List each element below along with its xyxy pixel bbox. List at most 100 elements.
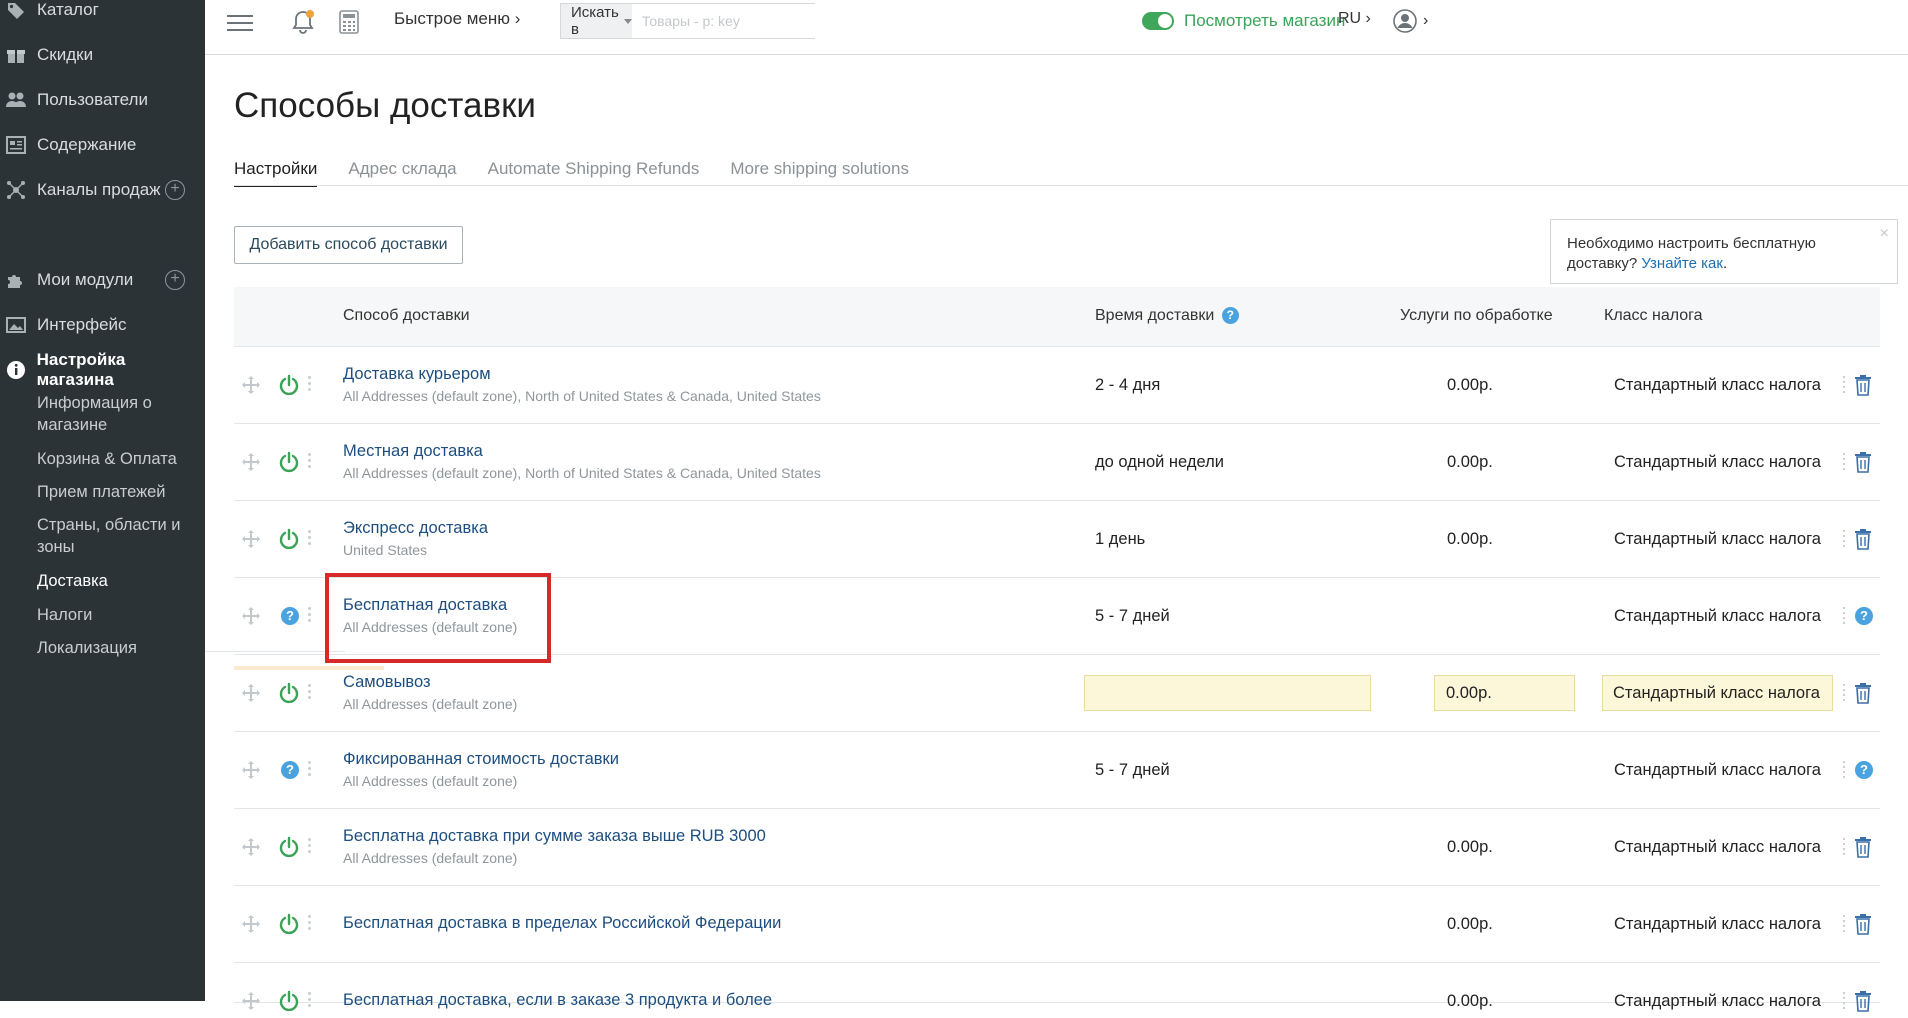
learn-how-link[interactable]: Узнайте как [1641,255,1723,272]
trash-icon[interactable] [1854,913,1872,935]
handling-fee-input[interactable]: 0.00р. [1434,675,1575,711]
trash-icon[interactable] [1854,682,1872,704]
more-options-icon[interactable] [306,373,312,397]
sidebar-sub-payment-methods[interactable]: Прием платежей [37,481,202,503]
sidebar-sub-shipping[interactable]: Доставка [37,570,202,592]
sidebar-sub-localization[interactable]: Локализация [37,637,202,659]
add-shipping-method-button[interactable]: Добавить способ доставки [234,226,463,264]
drag-handle-icon[interactable] [240,375,262,397]
tax-class-select[interactable]: Стандартный класс налога [1602,675,1833,711]
method-name-link[interactable]: Самовывоз [343,673,431,692]
delivery-time: 5 - 7 дней [1095,607,1170,625]
sidebar-sub-taxes[interactable]: Налоги [37,604,202,626]
power-toggle-icon[interactable] [278,451,300,473]
drag-handle-icon[interactable] [240,837,262,859]
more-options-icon[interactable] [306,450,312,474]
sidebar-item-catalog[interactable]: Каталог [0,0,205,27]
more-options-icon[interactable] [306,527,312,551]
divider [1841,373,1847,397]
sidebar-sub-countries-zones[interactable]: Страны, области и зоны [37,514,202,558]
shipping-methods-table: Способ доставки Время доставки ? Услуги … [234,287,1880,1012]
view-store-link[interactable]: Посмотреть магазин [1184,11,1345,31]
sidebar-item-interface[interactable]: Интерфейс [0,308,205,342]
divider [1841,912,1847,936]
help-icon[interactable]: ? [281,761,299,779]
sidebar-item-users[interactable]: Пользователи [0,83,205,117]
method-name-link[interactable]: Местная доставка [343,442,483,461]
sidebar-item-store-settings[interactable]: Настройка магазина [0,350,205,389]
top-bar: Быстрое меню › Искать в Посмотреть магаз… [205,0,1908,55]
method-name-link[interactable]: Бесплатная доставка [343,596,507,615]
drag-handle-icon[interactable] [240,606,262,628]
help-icon[interactable]: ? [1855,761,1873,779]
add-module-plus-icon[interactable]: + [165,270,185,290]
more-options-icon[interactable] [306,681,312,705]
caret-down-icon [623,18,632,24]
method-name-link[interactable]: Доставка курьером [343,365,491,384]
trash-icon[interactable] [1854,374,1872,396]
power-toggle-icon[interactable] [278,682,300,704]
trash-icon[interactable] [1854,990,1872,1012]
add-channel-plus-icon[interactable]: + [165,180,185,200]
more-options-icon[interactable] [306,912,312,936]
tax-class: Стандартный класс налога [1614,607,1821,625]
sidebar-item-sales-channels[interactable]: Каналы продаж + [0,173,205,207]
more-options-icon[interactable] [306,758,312,782]
sidebar-sub-store-info[interactable]: Информация о магазине [37,392,202,436]
drag-handle-icon[interactable] [240,683,262,705]
table-body: Доставка курьером All Addresses (default … [234,347,1880,1012]
store-visibility-toggle[interactable] [1142,12,1174,30]
help-icon[interactable]: ? [1855,607,1873,625]
sidebar-item-content[interactable]: Содержание [0,128,205,162]
tab-automate-refunds[interactable]: Automate Shipping Refunds [488,159,700,187]
more-options-icon[interactable] [306,604,312,628]
drag-handle-icon[interactable] [240,914,262,936]
tax-class: Стандартный класс налога [1614,761,1821,779]
tab-settings[interactable]: Настройки [234,159,318,187]
help-icon[interactable]: ? [281,607,299,625]
user-menu-button[interactable]: › [1393,8,1435,34]
power-toggle-icon[interactable] [278,913,300,935]
tab-warehouse-address[interactable]: Адрес склада [348,159,456,187]
power-toggle-icon[interactable] [278,990,300,1012]
tabs: Настройки Адрес склада Automate Shipping… [234,159,940,187]
method-zone: All Addresses (default zone) [343,696,518,712]
handling-fee: 0.00р. [1447,915,1493,933]
notice-period: . [1722,255,1728,272]
drag-handle-icon[interactable] [240,760,262,782]
tab-more-solutions[interactable]: More shipping solutions [730,159,909,187]
search-input[interactable] [631,4,823,38]
power-toggle-icon[interactable] [278,528,300,550]
language-selector[interactable]: RU › [1338,10,1371,28]
sidebar-item-label: Содержание [37,135,137,154]
menu-icon[interactable] [225,10,255,34]
sidebar-item-discounts[interactable]: Скидки [0,38,205,72]
handling-fee: 0.00р. [1447,838,1493,856]
search-scope-select[interactable]: Искать в [561,4,632,38]
drag-handle-icon[interactable] [240,991,262,1013]
method-name-link[interactable]: Фиксированная стоимость доставки [343,750,619,769]
trash-icon[interactable] [1854,528,1872,550]
delivery-time-input[interactable] [1084,675,1371,711]
help-icon[interactable]: ? [1221,307,1239,325]
sidebar-item-my-modules[interactable]: Мои модули + [0,263,205,297]
trash-icon[interactable] [1854,836,1872,858]
power-toggle-icon[interactable] [278,836,300,858]
drag-handle-icon[interactable] [240,529,262,551]
close-icon[interactable]: × [1880,224,1889,244]
calculator-icon[interactable] [337,9,361,35]
method-name-link[interactable]: Бесплатна доставка при сумме заказа выше… [343,827,766,846]
method-zone: All Addresses (default zone), North of U… [343,465,821,481]
bell-icon[interactable] [290,8,316,36]
notification-dot [306,10,314,18]
drag-handle-icon[interactable] [240,452,262,474]
method-name-link[interactable]: Бесплатная доставка в пределах Российско… [343,914,781,933]
trash-icon[interactable] [1854,451,1872,473]
more-options-icon[interactable] [306,835,312,859]
image-icon [3,315,29,335]
more-options-icon[interactable] [306,989,312,1013]
quick-menu-button[interactable]: Быстрое меню › [394,9,520,29]
power-toggle-icon[interactable] [278,374,300,396]
sidebar-sub-cart-payment[interactable]: Корзина & Оплата [37,448,202,470]
method-name-link[interactable]: Экспресс доставка [343,519,488,538]
